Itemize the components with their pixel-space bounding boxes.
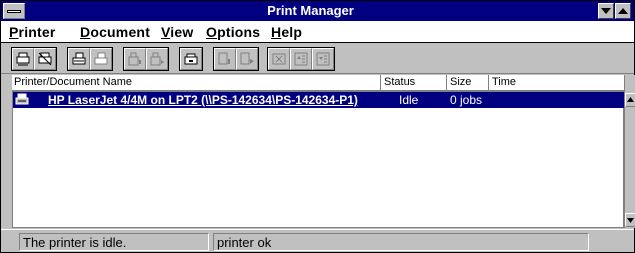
maximize-button[interactable] <box>615 3 631 19</box>
printer-row[interactable]: HP LaserJet 4/4M on LPT2 (\\PS-142634\PS… <box>13 92 625 108</box>
scroll-down-arrow-icon <box>627 218 634 223</box>
delete-document-button[interactable] <box>268 48 290 70</box>
print-manager-window: Print Manager Printer Document View Opti… <box>0 0 635 253</box>
disconnect-printer-icon <box>38 52 52 66</box>
resume-document-button[interactable] <box>236 48 258 70</box>
list-header: Printer/Document Name Status Size Time <box>12 75 624 91</box>
set-default-printer-button[interactable] <box>180 48 202 70</box>
menu-document[interactable]: Document <box>80 24 150 40</box>
menu-options-accel: O <box>206 24 218 40</box>
pause-document-icon <box>218 52 230 65</box>
window-title: Print Manager <box>267 3 354 18</box>
maximize-arrow-icon <box>618 8 628 14</box>
pause-printer-button[interactable] <box>124 48 146 70</box>
menu-help-label: elp <box>281 24 303 40</box>
menu-view-label: iew <box>170 24 194 40</box>
move-document-up-icon <box>294 52 308 66</box>
set-default-printer-icon <box>184 53 198 65</box>
menu-document-label: ocument <box>90 24 151 40</box>
menu-document-accel: D <box>80 24 91 40</box>
delete-document-icon <box>272 53 286 65</box>
status-detail: printer ok <box>213 233 589 251</box>
printer-properties-icon <box>72 52 86 65</box>
resume-document-icon <box>240 52 254 65</box>
printer-icon <box>15 93 29 105</box>
scroll-up-button[interactable] <box>625 93 635 107</box>
connect-printer-icon <box>16 52 30 66</box>
disconnect-printer-button[interactable] <box>34 48 56 70</box>
column-header-status[interactable]: Status <box>382 76 446 90</box>
column-divider[interactable] <box>488 75 489 91</box>
toolbar-group-document <box>213 47 259 71</box>
toolbar-group-connect <box>11 47 57 71</box>
menu-bar: Printer Document View Options Help <box>1 21 634 43</box>
menu-printer-label: rinter <box>18 24 56 40</box>
pause-document-button[interactable] <box>214 48 236 70</box>
menu-view-accel: V <box>161 24 171 40</box>
printer-properties-button[interactable] <box>68 48 90 70</box>
share-printer-button[interactable] <box>90 48 112 70</box>
scroll-down-button[interactable] <box>625 213 635 227</box>
printer-list[interactable]: HP LaserJet 4/4M on LPT2 (\\PS-142634\PS… <box>12 91 625 228</box>
column-header-size[interactable]: Size <box>448 76 488 90</box>
toolbar-group-pause <box>123 47 169 71</box>
vertical-scrollbar[interactable] <box>624 75 635 228</box>
column-header-time[interactable]: Time <box>490 76 620 90</box>
toolbar-group-printer <box>67 47 113 71</box>
toolbar-group-default <box>179 47 203 71</box>
move-document-up-button[interactable] <box>290 48 312 70</box>
menu-help[interactable]: Help <box>271 24 302 40</box>
title-bar[interactable]: Print Manager <box>1 1 634 21</box>
scroll-up-arrow-icon <box>627 97 634 102</box>
move-document-down-button[interactable] <box>312 48 334 70</box>
status-bar: The printer is idle. printer ok <box>1 229 634 252</box>
system-menu-button[interactable] <box>3 3 25 19</box>
menu-view[interactable]: View <box>161 24 193 40</box>
connect-printer-button[interactable] <box>12 48 34 70</box>
minimize-button[interactable] <box>598 3 614 19</box>
resume-printer-button[interactable] <box>146 48 168 70</box>
column-divider[interactable] <box>380 75 381 91</box>
menu-help-accel: H <box>271 24 282 40</box>
share-printer-icon <box>94 52 108 65</box>
column-divider[interactable] <box>446 75 447 91</box>
toolbar <box>1 44 634 74</box>
pause-printer-icon <box>128 52 141 66</box>
toolbar-group-edit <box>267 47 335 71</box>
menu-options[interactable]: Options <box>206 24 260 40</box>
menu-printer[interactable]: Printer <box>9 24 56 40</box>
move-document-down-icon <box>316 52 330 66</box>
menu-options-label: ptions <box>217 24 261 40</box>
printer-size: 0 jobs <box>450 93 483 107</box>
printer-status: Idle <box>399 93 419 107</box>
minimize-arrow-icon <box>601 8 611 14</box>
system-menu-icon <box>7 10 21 13</box>
resume-printer-icon <box>150 52 164 66</box>
column-header-name[interactable]: Printer/Document Name <box>12 76 380 90</box>
printer-name: HP LaserJet 4/4M on LPT2 (\\PS-142634\PS… <box>48 93 358 107</box>
status-message: The printer is idle. <box>19 233 209 251</box>
menu-printer-accel: P <box>9 24 19 40</box>
